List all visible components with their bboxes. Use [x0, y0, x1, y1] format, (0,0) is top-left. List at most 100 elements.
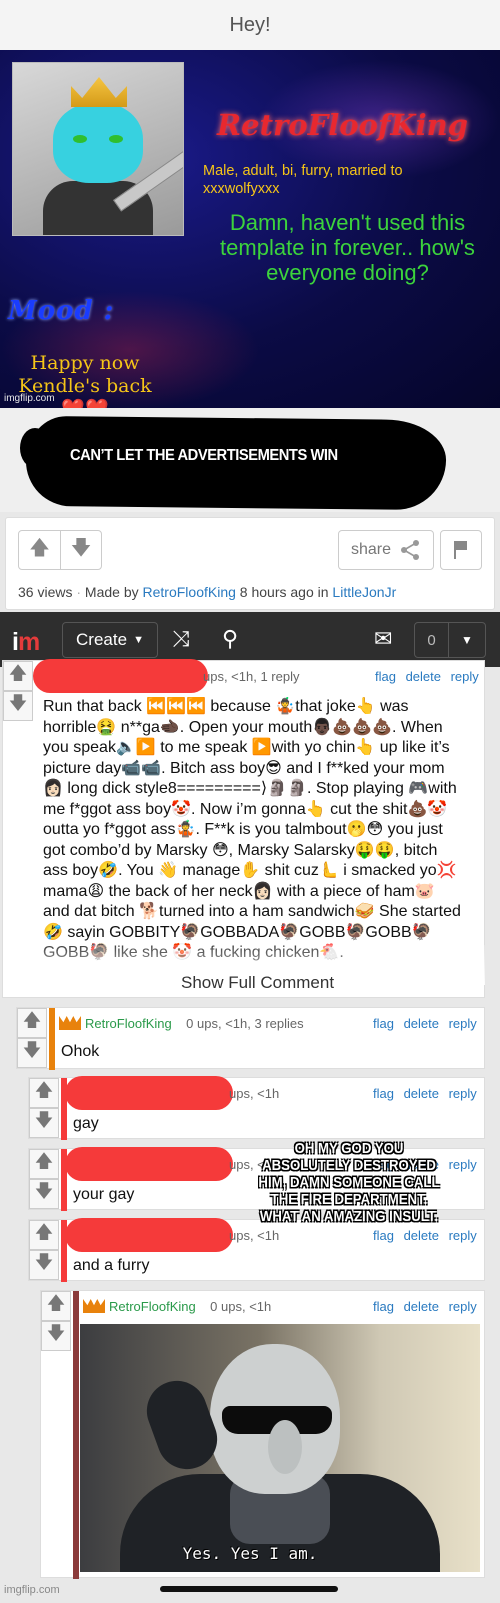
upvote-button[interactable]: 🡅 [19, 531, 60, 569]
reply-ohok: 🡅 🡇 RetroFloofKing 0 ups, <1h, 3 replies… [16, 1007, 485, 1070]
page-title: Hey! [229, 13, 271, 36]
stream-link[interactable]: LittleJonJr [332, 584, 396, 600]
crown-icon [83, 1299, 105, 1313]
comment-upvote-button[interactable]: 🡅 [3, 661, 33, 691]
comment-actions[interactable]: flag delete reply [373, 1086, 477, 1101]
mail-icon[interactable]: ✉ [374, 626, 392, 652]
notifications-button[interactable]: 0 ▼ [414, 622, 486, 658]
comment-upvote-button[interactable]: 🡅 [17, 1008, 47, 1038]
template-greeting: Damn, haven't used this template in fore… [220, 210, 475, 285]
flag-icon [454, 541, 467, 559]
comment-downvote-button[interactable]: 🡇 [3, 691, 33, 721]
author-link[interactable]: RetroFloofKing [143, 584, 236, 600]
comment-downvote-button[interactable]: 🡇 [41, 1321, 71, 1351]
chevron-down-icon: ▼ [133, 634, 144, 646]
comment-text: Ohok [61, 1043, 100, 1060]
avatar-eye [73, 135, 87, 143]
comment-meta: ups, <1h [229, 1086, 280, 1101]
template-bio: Male, adult, bi, furry, married to xxxwo… [203, 163, 403, 197]
mood-label: Mood : [8, 296, 115, 326]
comment-downvote-button[interactable]: 🡇 [17, 1038, 47, 1068]
image-vote-group: 🡅 🡇 [18, 530, 102, 570]
comment-actions[interactable]: flag delete reply [373, 1299, 477, 1314]
reply-bar [49, 1008, 55, 1070]
gru-meme-image: Yes. Yes I am. [80, 1324, 480, 1572]
comment-upvote-button[interactable]: 🡅 [41, 1291, 71, 1321]
crown-icon [71, 77, 127, 107]
template-username: RetroFloofKing [217, 108, 468, 142]
gru-hand [138, 1372, 226, 1478]
watermark: imgflip.com [4, 1584, 60, 1596]
redacted-username [65, 1218, 233, 1252]
arrow-up-icon: 🡅 [29, 537, 50, 559]
gru-nose [268, 1420, 302, 1474]
comment-upvote-button[interactable]: 🡅 [29, 1220, 59, 1250]
avatar-art [12, 62, 184, 236]
logo-m: m [17, 628, 40, 656]
comment-text: Run that back ⏮️⏮️⏮️ because 🤹that joke👆… [43, 698, 461, 961]
mood-text-value: Happy now Kendle's back [18, 352, 152, 397]
comment-username[interactable]: RetroFloofKing [109, 1299, 196, 1314]
meme-subtitle: Yes. Yes I am. [182, 1544, 318, 1563]
comment-username[interactable]: RetroFloofKing [85, 1016, 172, 1031]
comment-vote-column: 🡅 🡇 [17, 1008, 47, 1068]
share-icon [401, 540, 420, 560]
comment-upvote-button[interactable]: 🡅 [29, 1149, 59, 1179]
image-meta-line: 36 views · Made by RetroFloofKing 8 hour… [18, 584, 396, 600]
comment-actions[interactable]: flag delete reply [373, 1016, 477, 1031]
chevron-down-icon: ▼ [461, 633, 473, 647]
comment-actions[interactable]: flag delete reply [373, 1228, 477, 1243]
comment-vote-column: 🡅 🡇 [41, 1291, 71, 1351]
comment-actions[interactable]: flag delete reply [375, 669, 479, 684]
shuffle-icon[interactable]: ⤨ [172, 626, 190, 652]
share-label: share [350, 541, 392, 558]
create-label: Create [76, 630, 128, 649]
comment-vote-column: 🡅 🡇 [29, 1078, 59, 1138]
heart-icons: ❤️❤️ [61, 398, 108, 408]
comment-text: your gay [73, 1186, 135, 1203]
comment-downvote-button[interactable]: 🡇 [29, 1250, 59, 1280]
time-label: 8 hours ago in [239, 584, 329, 600]
comment-downvote-button[interactable]: 🡇 [29, 1108, 59, 1138]
share-button[interactable]: share [338, 530, 434, 570]
comment-text: gay [73, 1115, 99, 1132]
flag-button[interactable] [440, 530, 482, 570]
comment-text: and a furry [73, 1257, 150, 1274]
comment-meta: ups, <1h, 1 reply [203, 669, 300, 684]
banner-text: CAN’T LET THE ADVERTISEMENTS WIN [70, 447, 338, 464]
title-bar: Hey! [0, 0, 500, 50]
comment-meta-text: 0 ups, <1h, 3 replies [186, 1016, 304, 1031]
comment-downvote-button[interactable]: 🡇 [29, 1179, 59, 1209]
downvote-button[interactable]: 🡇 [59, 531, 101, 569]
watermark: imgflip.com [4, 393, 55, 404]
search-icon[interactable]: ⚲ [222, 626, 238, 652]
create-menu-button[interactable]: Create ▼ [62, 622, 158, 658]
announcement-template-image: RetroFloofKing Male, adult, bi, furry, m… [0, 50, 500, 408]
comment-vote-column: 🡅 🡇 [29, 1220, 59, 1280]
redacted-username [33, 659, 208, 693]
reply-bar [73, 1291, 79, 1579]
comment-vote-column: 🡅 🡇 [3, 661, 33, 721]
comment-upvote-button[interactable]: 🡅 [29, 1078, 59, 1108]
arrow-down-icon: 🡇 [70, 537, 92, 559]
reply-furry: 🡅 🡇 ups, <1h flag delete reply and a fur… [28, 1218, 485, 1282]
imgflip-logo[interactable]: im [12, 628, 40, 657]
image-meta-panel: 🡅 🡇 share 36 views · Made by RetroFloofK… [5, 517, 495, 610]
separator-dot: · [76, 584, 85, 600]
reply-gay: 🡅 🡇 ups, <1h flag delete reply gay [28, 1076, 485, 1140]
made-by-label: Made by [84, 584, 139, 600]
crown-icon [59, 1016, 81, 1030]
redacted-username [65, 1147, 233, 1181]
comment-meta: ups, <1h [229, 1228, 280, 1243]
avatar-eye [109, 135, 123, 143]
comment-meta: RetroFloofKing 0 ups, <1h [83, 1299, 271, 1314]
view-count: 36 views [18, 584, 73, 600]
redacted-username [65, 1076, 233, 1110]
show-full-comment-link[interactable]: Show Full Comment [181, 973, 334, 993]
black-scribble [20, 428, 50, 468]
home-indicator [160, 1586, 338, 1592]
comment-vote-column: 🡅 🡇 [29, 1149, 59, 1209]
avatar-face [53, 103, 143, 183]
meme-caption: OH MY GOD YOU ABSOLUTELY DESTROYED HIM, … [258, 1140, 440, 1225]
comment-meta: RetroFloofKing 0 ups, <1h, 3 replies [59, 1016, 304, 1031]
